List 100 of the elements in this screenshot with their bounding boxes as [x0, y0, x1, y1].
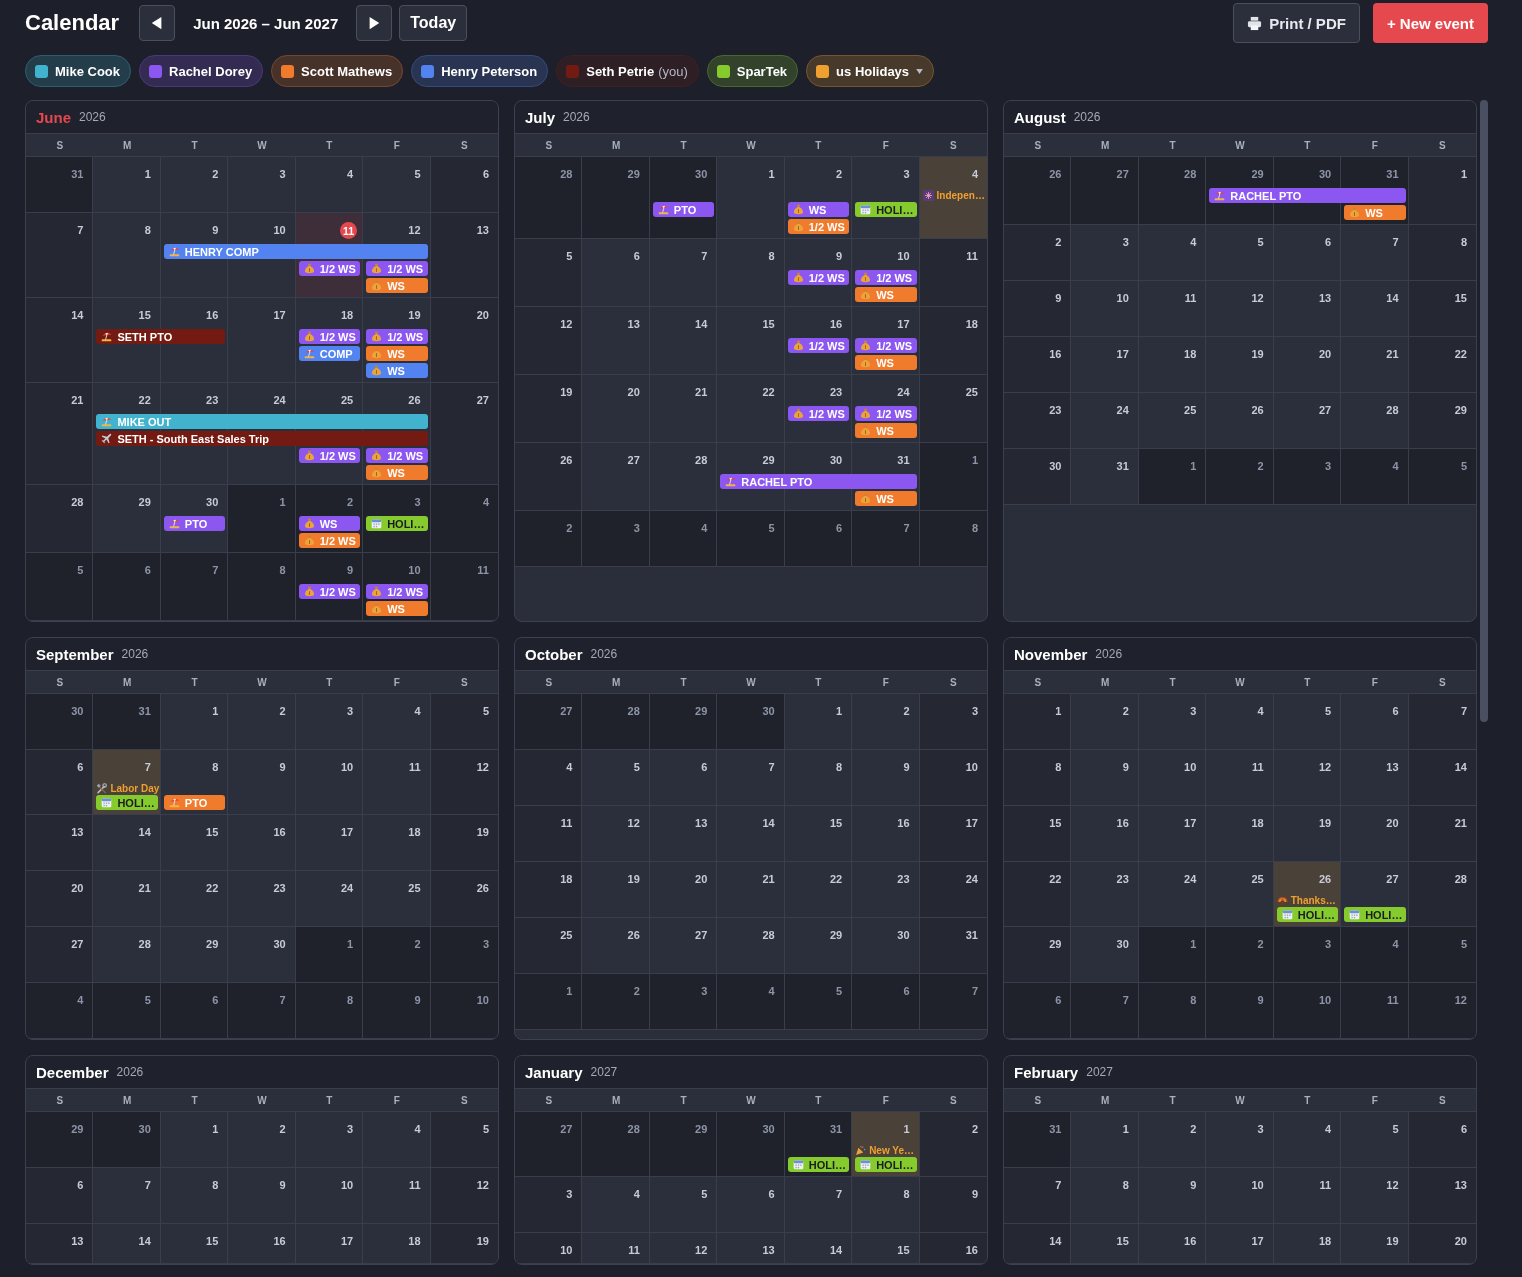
- event-bar[interactable]: PTO: [163, 795, 226, 810]
- event-bar[interactable]: 1/2 WS: [298, 448, 361, 463]
- event-bar[interactable]: WS: [366, 363, 428, 378]
- next-button[interactable]: [356, 5, 393, 41]
- event-bar[interactable]: 1/2 WS: [787, 270, 850, 285]
- event-bar[interactable]: 1/2 WS: [298, 584, 361, 599]
- event-bar[interactable]: WS: [366, 346, 428, 361]
- scrollbar-thumb[interactable]: [1480, 100, 1488, 722]
- previous-button[interactable]: [139, 5, 176, 41]
- day-number: 14: [1454, 761, 1467, 774]
- day-number: 7: [836, 1188, 843, 1201]
- weekday-label: T: [326, 139, 333, 151]
- calendar-filter-chip[interactable]: Henry Peterson: [411, 55, 549, 87]
- day-number: 26: [1251, 404, 1264, 417]
- day-number: 6: [633, 250, 640, 263]
- event-bar[interactable]: WS: [855, 287, 917, 302]
- weekday-label: T: [1169, 139, 1176, 151]
- day-number: 22: [1049, 873, 1062, 886]
- calendar-filter-chip[interactable]: us Holidays: [806, 55, 935, 87]
- day-number: 29: [695, 1123, 708, 1136]
- new-event-button[interactable]: + New event: [1372, 3, 1488, 43]
- event-bar[interactable]: WS: [855, 355, 917, 370]
- weekday-label: S: [1034, 1094, 1042, 1106]
- calendar-filter-chip[interactable]: Scott Mathews: [271, 55, 404, 87]
- event-bar[interactable]: HENRY COMP: [163, 244, 428, 259]
- event-bar[interactable]: HOLI…: [1344, 907, 1406, 922]
- weekday-label: S: [545, 139, 553, 151]
- event-bar[interactable]: 1/2 WS: [855, 406, 917, 421]
- day-number: 11: [966, 250, 978, 263]
- event-bar[interactable]: 1/2 WS: [366, 261, 428, 276]
- event-bar[interactable]: MIKE OUT: [96, 414, 428, 429]
- calendar-filter-chip[interactable]: SparTek: [706, 55, 799, 87]
- event-bar[interactable]: HOLI…: [96, 795, 158, 810]
- day-number: 6: [836, 522, 843, 535]
- day-number: 3: [971, 705, 978, 718]
- day-number: 5: [566, 250, 573, 263]
- day-number: 19: [408, 309, 421, 322]
- day-number: 11: [1319, 1179, 1332, 1192]
- event-bar[interactable]: WS: [366, 465, 428, 480]
- weekday-label: T: [191, 1094, 198, 1106]
- day-number: 11: [1184, 292, 1197, 305]
- day-number: 29: [627, 168, 640, 181]
- day-number: 24: [965, 873, 978, 886]
- day-number: 7: [279, 994, 286, 1007]
- day-number: 30: [71, 705, 84, 718]
- event-bar[interactable]: HOLI…: [855, 202, 917, 217]
- event-bar[interactable]: WS: [787, 202, 850, 217]
- event-bar[interactable]: 1/2 WS: [787, 219, 850, 234]
- day-number: 12: [1454, 994, 1467, 1007]
- event-bar[interactable]: WS: [366, 601, 428, 616]
- day-number: 27: [560, 1123, 573, 1136]
- event-bar[interactable]: 1/2 WS: [787, 338, 850, 353]
- event-bar[interactable]: 1/2 WS: [855, 270, 917, 285]
- day-number: 3: [347, 705, 354, 718]
- day-number: 22: [206, 882, 219, 895]
- day-number: 19: [1251, 348, 1264, 361]
- day-number: 30: [1049, 460, 1062, 473]
- event-bar[interactable]: WS: [366, 278, 428, 293]
- event-bar[interactable]: HOLI…: [855, 1157, 917, 1172]
- calendar-filter-chip[interactable]: Rachel Dorey: [139, 55, 264, 87]
- money-bag-icon: [303, 586, 315, 597]
- calendar-filter-chip[interactable]: Seth Petrie (you): [556, 55, 699, 87]
- day-number: 2: [1190, 1123, 1197, 1136]
- event-bar[interactable]: SETH - South East Sales Trip: [96, 431, 428, 446]
- day-number: 5: [1392, 1123, 1399, 1136]
- event-bar[interactable]: HOLI…: [366, 516, 428, 531]
- event-bar[interactable]: PTO: [652, 202, 715, 217]
- event-bar[interactable]: 1/2 WS: [366, 448, 428, 463]
- event-bar[interactable]: PTO: [163, 516, 226, 531]
- event-bar[interactable]: WS: [1344, 205, 1406, 220]
- event-bar[interactable]: RACHEL PTO: [1209, 188, 1406, 203]
- event-bar[interactable]: 1/2 WS: [366, 329, 428, 344]
- day-number: 3: [279, 168, 286, 181]
- day-number: 4: [1325, 1123, 1332, 1136]
- day-number: 22: [138, 394, 151, 407]
- print-button[interactable]: Print / PDF: [1233, 3, 1360, 43]
- weekday-label: M: [122, 1094, 132, 1106]
- weekday-label: W: [746, 676, 756, 688]
- event-bar[interactable]: 1/2 WS: [298, 261, 361, 276]
- day-number: 2: [903, 705, 910, 718]
- event-bar[interactable]: WS: [855, 491, 917, 506]
- day-number: 14: [1386, 292, 1399, 305]
- event-bar[interactable]: HOLI…: [1276, 907, 1339, 922]
- day-number: 27: [1318, 404, 1332, 417]
- calendar-filter-chip[interactable]: Mike Cook: [25, 55, 131, 87]
- event-bar[interactable]: 1/2 WS: [855, 338, 917, 353]
- event-bar[interactable]: WS: [298, 516, 361, 531]
- event-bar[interactable]: 1/2 WS: [366, 584, 428, 599]
- event-bar[interactable]: RACHEL PTO: [720, 474, 917, 489]
- event-bar[interactable]: 1/2 WS: [298, 329, 361, 344]
- day-number: 29: [206, 938, 219, 951]
- day-number: 5: [77, 564, 84, 577]
- event-bar[interactable]: COMP: [298, 346, 361, 361]
- event-bar[interactable]: 1/2 WS: [787, 406, 850, 421]
- event-bar[interactable]: SETH PTO: [96, 329, 226, 344]
- day-number: 13: [71, 826, 84, 839]
- today-button[interactable]: Today: [399, 5, 468, 41]
- event-bar[interactable]: HOLI…: [787, 1157, 850, 1172]
- event-bar[interactable]: WS: [855, 423, 917, 438]
- event-bar[interactable]: 1/2 WS: [298, 533, 361, 548]
